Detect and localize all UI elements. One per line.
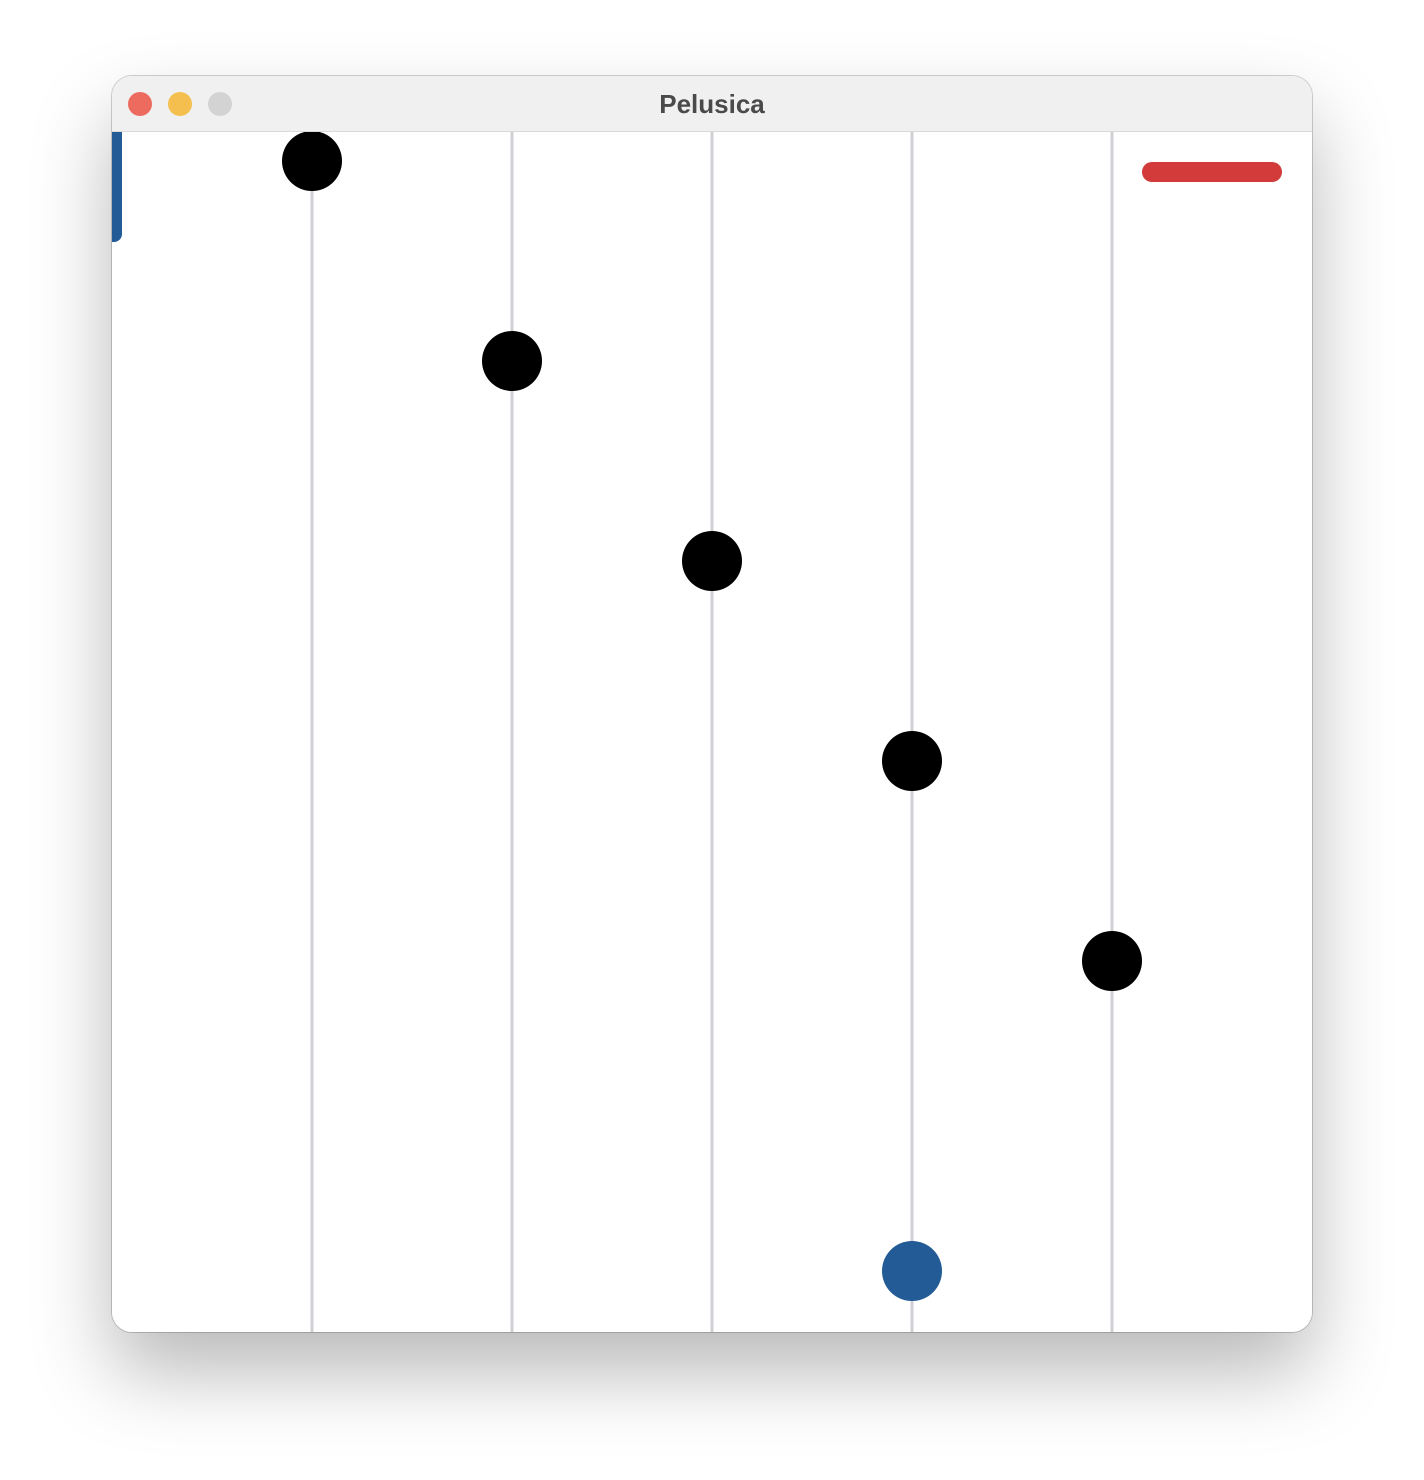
obstacle-ball <box>682 531 742 591</box>
window-title: Pelusica <box>659 89 765 119</box>
game-canvas <box>282 132 1142 1332</box>
health-bar <box>1142 162 1282 182</box>
health-bar-fill <box>1142 162 1282 182</box>
side-indicator <box>112 132 122 242</box>
game-window: Pelusica <box>112 76 1312 1332</box>
obstacle-ball <box>882 731 942 791</box>
obstacle-ball <box>482 331 542 391</box>
player-ball[interactable] <box>882 1241 942 1301</box>
title-bar[interactable]: Pelusica <box>112 76 1312 132</box>
obstacle-ball <box>1082 931 1142 991</box>
game-board[interactable] <box>112 132 1312 1332</box>
obstacle-ball <box>282 132 342 191</box>
